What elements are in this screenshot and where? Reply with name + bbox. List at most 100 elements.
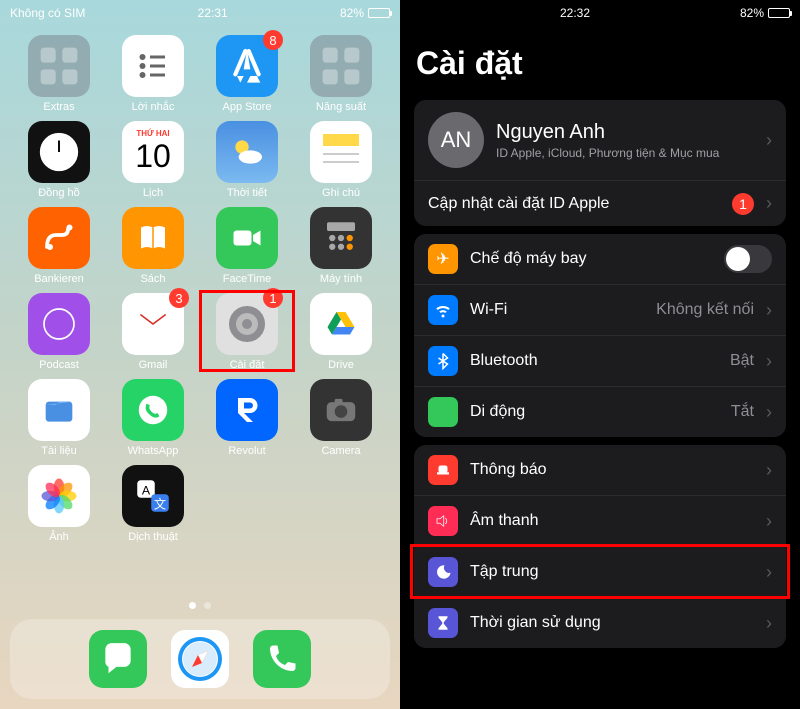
chevron-icon: ›	[766, 402, 772, 423]
app-đồng-hồ[interactable]: Đồng hồ	[14, 121, 104, 199]
app-label: Ghi chú	[322, 187, 360, 199]
chevron-icon: ›	[766, 193, 772, 214]
row-label: Thông báo	[470, 461, 754, 479]
row-âm-thanh[interactable]: Âm thanh›	[414, 495, 786, 546]
app-grid: ExtrasLời nhắc8App StoreNăng suấtĐồng hồ…	[0, 25, 400, 543]
app-label: App Store	[223, 101, 272, 113]
chevron-icon: ›	[766, 300, 772, 321]
page-dots[interactable]	[0, 602, 400, 609]
profile-sub: ID Apple, iCloud, Phương tiện & Mục mua	[496, 146, 754, 160]
profile-section: AN Nguyen Anh ID Apple, iCloud, Phương t…	[414, 100, 786, 226]
toggle[interactable]	[724, 245, 772, 273]
row-thông-báo[interactable]: Thông báo ›	[414, 445, 786, 495]
badge: 8	[263, 30, 283, 50]
app-ảnh[interactable]: Ảnh	[14, 465, 104, 543]
row-chế-độ-máy-bay[interactable]: ✈Chế độ máy bay	[414, 234, 786, 284]
app-label: Revolut	[228, 445, 265, 457]
app-camera[interactable]: Camera	[296, 379, 386, 457]
note-icon	[310, 121, 372, 183]
notifications-section: Thông báo›Âm thanh›Tập trung›Thời gian s…	[414, 445, 786, 648]
dock-phone[interactable]	[253, 630, 311, 688]
connectivity-section: ✈Chế độ máy bayWi-FiKhông kết nối›Blueto…	[414, 234, 786, 437]
row-label: Chế độ máy bay	[470, 250, 712, 268]
badge: 1	[263, 288, 283, 308]
profile-row[interactable]: AN Nguyen Anh ID Apple, iCloud, Phương t…	[414, 100, 786, 180]
app-whatsapp[interactable]: WhatsApp	[108, 379, 198, 457]
app-podcast[interactable]: Podcast	[14, 293, 104, 371]
app-drive[interactable]: Drive	[296, 293, 386, 371]
chevron-icon: ›	[766, 351, 772, 372]
app-cài-đặt[interactable]: 1Cài đặt	[202, 293, 292, 371]
photo-icon	[28, 465, 90, 527]
dock	[10, 619, 390, 699]
app-facetime[interactable]: FaceTime	[202, 207, 292, 285]
hg-icon	[428, 608, 458, 638]
gm-icon: 3	[122, 293, 184, 355]
status-bar: 22:32 82%	[400, 0, 800, 25]
row-di-động[interactable]: Di động Tắt ›	[414, 386, 786, 437]
chevron-icon: ›	[766, 613, 772, 634]
wea-icon	[216, 121, 278, 183]
svg-text:A: A	[142, 483, 151, 497]
ant-icon	[428, 397, 458, 427]
app-label: Thời tiết	[227, 187, 267, 199]
app-label: Cài đặt	[230, 359, 265, 371]
app-tài-liệu[interactable]: Tài liệu	[14, 379, 104, 457]
status-bar: Không có SIM 22:31 82%	[0, 0, 400, 25]
app-thời-tiết[interactable]: Thời tiết	[202, 121, 292, 199]
clock-icon	[28, 121, 90, 183]
badge: 1	[732, 193, 754, 215]
row-thời-gian-sử-dụng[interactable]: Thời gian sử dụng ›	[414, 597, 786, 648]
vol-icon	[428, 506, 458, 536]
row-label: Bluetooth	[470, 352, 718, 370]
app-label: Camera	[321, 445, 360, 457]
battery: 82%	[340, 6, 390, 20]
row-wi-fi[interactable]: Wi-FiKhông kết nối›	[414, 284, 786, 335]
row-tập-trung[interactable]: Tập trung›	[414, 546, 786, 597]
app-label: Sách	[140, 273, 165, 285]
app-lịch[interactable]: THỨ HAI10Lịch	[108, 121, 198, 199]
update-row[interactable]: Cập nhật cài đặt ID Apple 1 ›	[414, 180, 786, 226]
app-gmail[interactable]: 3 Gmail	[108, 293, 198, 371]
row-label: Thời gian sử dụng	[470, 614, 754, 632]
app-label: Gmail	[139, 359, 168, 371]
app-label: Lời nhắc	[132, 101, 175, 113]
app-label: Máy tính	[320, 273, 362, 285]
profile-name: Nguyen Anh	[496, 121, 754, 144]
chevron-icon: ›	[766, 460, 772, 481]
row-value: Bật	[730, 352, 754, 370]
moon-icon	[428, 557, 458, 587]
home-screen: Không có SIM 22:31 82% ExtrasLời nhắc8Ap…	[0, 0, 400, 709]
app-ghi-chú[interactable]: Ghi chú	[296, 121, 386, 199]
app-dịch-thuật[interactable]: A文Dịch thuật	[108, 465, 198, 543]
cam-icon	[310, 379, 372, 441]
trans-icon: A文	[122, 465, 184, 527]
app-revolut[interactable]: Revolut	[202, 379, 292, 457]
dock-safari[interactable]	[171, 630, 229, 688]
svg-text:文: 文	[154, 496, 166, 511]
pod-icon	[28, 293, 90, 355]
app-label: Tài liệu	[41, 445, 76, 457]
dock-messages[interactable]	[89, 630, 147, 688]
app-năng-suất[interactable]: Năng suất	[296, 35, 386, 113]
time: 22:32	[560, 6, 590, 20]
app-máy-tính[interactable]: Máy tính	[296, 207, 386, 285]
badge: 3	[169, 288, 189, 308]
app-extras[interactable]: Extras	[14, 35, 104, 113]
folder-icon	[310, 35, 372, 97]
app-lời-nhắc[interactable]: Lời nhắc	[108, 35, 198, 113]
app-label: Ảnh	[49, 531, 69, 543]
app-label: FaceTime	[223, 273, 272, 285]
bell-icon	[428, 455, 458, 485]
list-icon	[122, 35, 184, 97]
row-bluetooth[interactable]: Bluetooth Bật ›	[414, 335, 786, 386]
settings-screen: 22:32 82% Cài đặt AN Nguyen Anh ID Apple…	[400, 0, 800, 709]
app-label: WhatsApp	[128, 445, 179, 457]
app-bankieren[interactable]: Bankieren	[14, 207, 104, 285]
app-app-store[interactable]: 8App Store	[202, 35, 292, 113]
chevron-icon: ›	[766, 562, 772, 583]
row-value: Tắt	[731, 403, 754, 421]
battery: 82%	[740, 6, 790, 20]
app-sách[interactable]: Sách	[108, 207, 198, 285]
row-label: Di động	[470, 403, 719, 421]
